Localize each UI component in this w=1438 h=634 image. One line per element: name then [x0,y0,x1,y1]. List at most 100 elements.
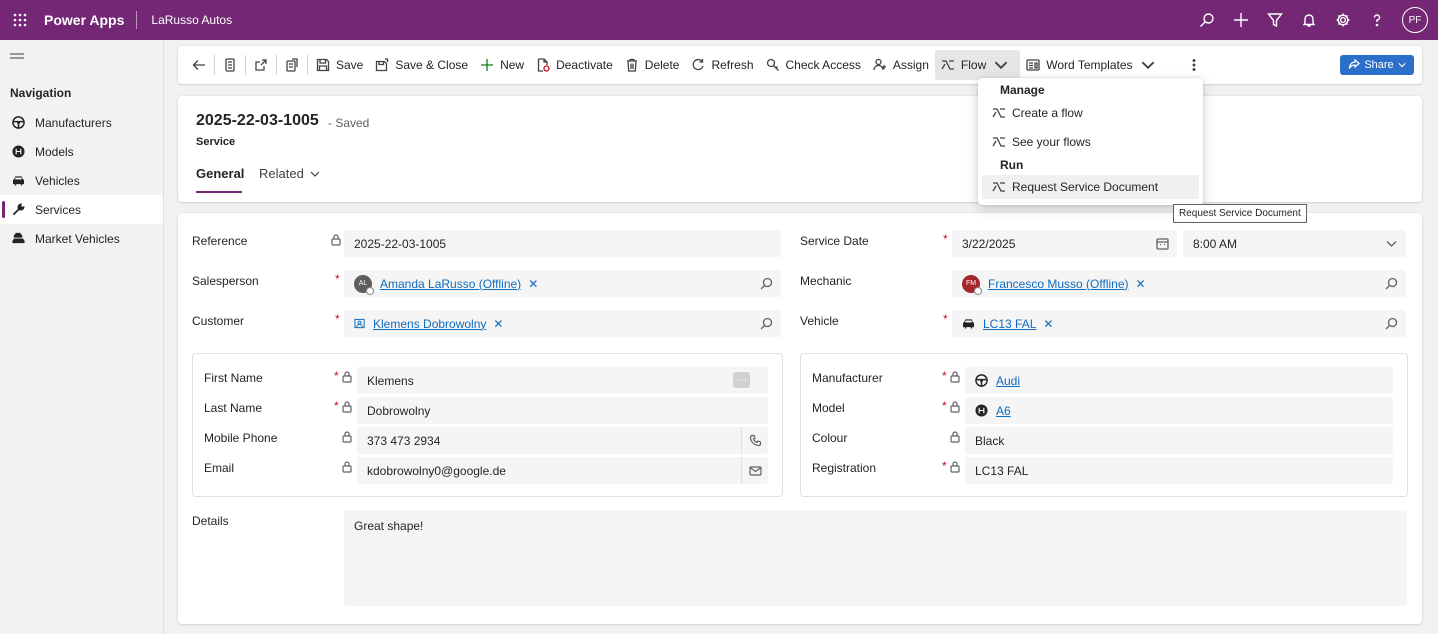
plus-icon[interactable] [1224,0,1258,40]
presence-offline-icon [366,286,374,295]
mechanic-label: Mechanic [800,274,852,288]
mobile-phone-field[interactable]: 373 473 2934 [357,427,768,454]
sidebar-item-vehicles[interactable]: Vehicles [0,166,163,195]
word-templates-button[interactable]: Word Templates [1020,50,1166,80]
save-icon [316,58,330,72]
phone-icon[interactable] [741,427,768,454]
avatar-initials: AL [358,280,368,287]
sidebar-item-manufacturers[interactable]: Manufacturers [0,108,163,137]
share-button[interactable]: Share [1340,55,1414,75]
assign-button[interactable]: Assign [867,50,935,80]
entity-name: Service [196,136,236,148]
search-icon[interactable] [1190,0,1224,40]
manage-section-header: Manage [1000,83,1045,97]
search-icon[interactable] [760,277,773,290]
check-access-button[interactable]: Check Access [760,50,867,80]
search-icon[interactable] [1385,317,1398,330]
customer-quick-view: First Name * Klemens ··· Last Name * Dob… [192,353,783,497]
lock-icon [342,431,352,443]
tooltip: Request Service Document [1173,204,1307,223]
more-options-icon[interactable]: ··· [733,372,750,388]
vehicle-lookup[interactable]: LC13 FAL ✕ [952,310,1406,337]
email-value: kdobrowolny0@google.de [367,463,506,478]
environment-name[interactable]: LaRusso Autos [137,13,232,27]
filter-icon[interactable] [1258,0,1292,40]
salesperson-link[interactable]: Amanda LaRusso (Offline) [380,277,521,291]
remove-icon[interactable]: ✕ [1043,317,1053,331]
salesperson-lookup[interactable]: AL Amanda LaRusso (Offline) ✕ [344,270,781,297]
delete-button[interactable]: Delete [619,50,686,80]
required-indicator: * [942,369,947,383]
first-name-field[interactable]: Klemens ··· [357,367,768,394]
save-button[interactable]: Save [310,50,369,80]
more-commands-button[interactable] [1181,50,1207,80]
remove-icon[interactable]: ✕ [528,277,538,291]
search-icon[interactable] [760,317,773,330]
back-button[interactable] [186,50,212,80]
required-indicator: * [335,272,340,286]
registration-value: LC13 FAL [975,463,1029,478]
service-time-select[interactable]: 8:00 AM [1183,230,1406,257]
command-separator [276,55,277,75]
key-search-icon [766,58,779,71]
sidebar-item-market-vehicles[interactable]: Market Vehicles [0,224,163,253]
customer-link[interactable]: Klemens Dobrowolny [373,317,486,331]
required-indicator: * [942,459,947,473]
bell-icon[interactable] [1292,0,1326,40]
mechanic-lookup[interactable]: FM Francesco Musso (Offline) ✕ [952,270,1406,297]
search-icon[interactable] [1385,277,1398,290]
app-name[interactable]: Power Apps [40,12,136,28]
mail-icon[interactable] [741,457,768,484]
save-close-label: Save & Close [395,58,469,72]
new-button[interactable]: New [474,50,530,80]
save-close-icon [376,58,389,72]
calendar-icon[interactable] [1156,237,1169,250]
lock-icon [331,234,341,246]
form-view-button[interactable] [217,50,243,80]
deactivate-button[interactable]: Deactivate [530,50,619,80]
colour-field[interactable]: Black [965,427,1393,454]
see-flows-menu-item[interactable]: See your flows [982,130,1199,154]
create-flow-menu-item[interactable]: Create a flow [982,101,1199,125]
sidebar-item-services[interactable]: Services [0,195,163,224]
manufacturer-field[interactable]: Audi [965,367,1393,394]
assign-label: Assign [892,58,929,72]
open-new-window-button[interactable] [248,50,274,80]
tab-general[interactable]: General [196,166,244,181]
flow-button[interactable]: Flow [934,50,1021,80]
remove-icon[interactable]: ✕ [1136,277,1146,291]
save-close-button[interactable]: Save & Close [369,50,474,80]
registration-label: Registration [812,461,877,475]
service-date-input[interactable]: 3/22/2025 [952,230,1177,257]
last-name-field[interactable]: Dobrowolny [357,397,768,424]
tab-related[interactable]: Related [259,166,320,181]
gear-icon[interactable] [1326,0,1360,40]
customer-label: Customer [192,314,245,328]
customer-lookup[interactable]: Klemens Dobrowolny ✕ [344,310,781,337]
email-field[interactable]: kdobrowolny0@google.de [357,457,768,484]
app-launcher-icon[interactable] [0,0,40,40]
details-textarea[interactable]: Great shape! [344,510,1407,606]
hamburger-menu-icon[interactable] [0,40,163,76]
details-label: Details [192,514,229,528]
flow-icon [941,60,954,70]
remove-icon[interactable]: ✕ [493,317,503,331]
command-bar: Save Save & Close New Deactivate Delete … [178,46,1422,84]
manufacturer-link[interactable]: Audi [996,374,1020,388]
user-avatar[interactable]: PF [1402,7,1428,33]
process-button[interactable] [279,50,305,80]
help-icon[interactable] [1360,0,1394,40]
check-access-label: Check Access [785,58,861,72]
refresh-button[interactable]: Refresh [685,50,759,80]
request-service-document-menu-item[interactable]: Request Service Document [982,175,1199,199]
model-link[interactable]: A6 [996,404,1011,418]
reference-field[interactable]: 2025-22-03-1005 [344,230,781,257]
gearshift-icon [10,144,26,160]
sidebar-item-models[interactable]: Models [0,137,163,166]
vehicle-link[interactable]: LC13 FAL [983,317,1036,331]
model-field[interactable]: A6 [965,397,1393,424]
flow-icon [992,108,1005,118]
mechanic-link[interactable]: Francesco Musso (Offline) [988,277,1129,291]
registration-field[interactable]: LC13 FAL [965,457,1393,484]
sitemap-sidebar: Navigation Manufacturers Models Vehicles… [0,40,164,634]
